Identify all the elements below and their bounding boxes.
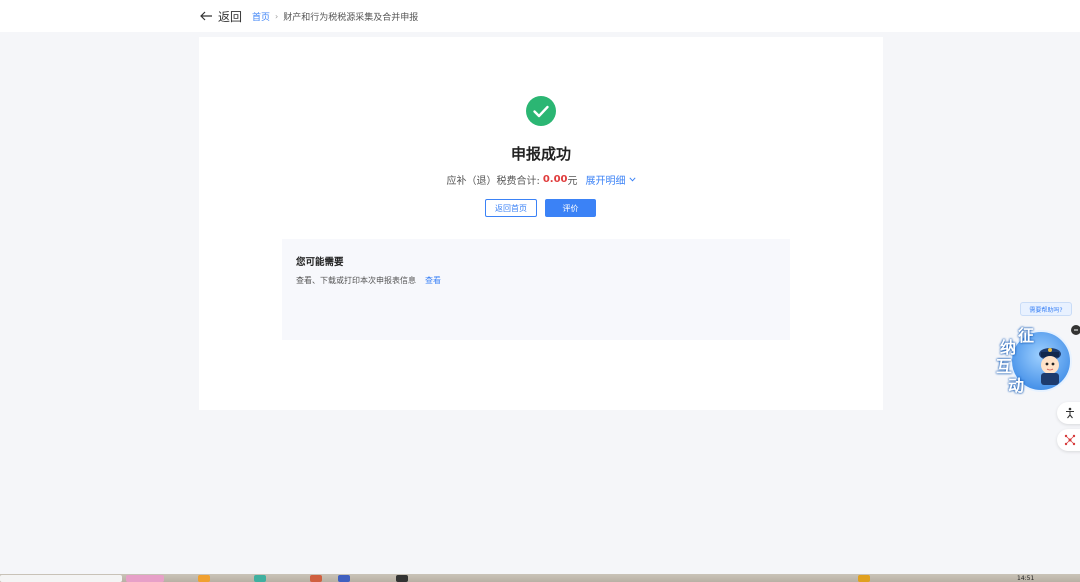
taskbar-app-icon[interactable] (198, 575, 210, 582)
taskbar-app-icon[interactable] (858, 575, 870, 582)
amount-summary: 应补（退）税费合计: 0.00 元 展开明细 (199, 172, 883, 187)
chevron-down-icon (628, 177, 636, 182)
taskbar-app-icon[interactable] (126, 575, 164, 582)
suggestion-title: 您可能需要 (296, 257, 344, 268)
view-report-link[interactable]: 查看 (425, 275, 441, 286)
arrow-left-icon (200, 11, 212, 21)
taskbar-app-icon[interactable] (396, 575, 408, 582)
amount-label: 应补（退）税费合计: (446, 176, 540, 187)
expand-details-label: 展开明细 (585, 176, 626, 187)
back-label: 返回 (218, 9, 243, 24)
accessibility-tool-button[interactable] (1057, 402, 1080, 424)
suggestion-text: 查看、下载或打印本次申报表信息 (296, 276, 416, 285)
taskbar-app-icon[interactable] (254, 575, 266, 582)
amount-unit: 元 (567, 176, 578, 187)
rate-button[interactable]: 评价 (545, 199, 596, 217)
help-bubble[interactable]: 需要帮助吗? (1020, 302, 1072, 316)
taskbar-app-icon[interactable] (310, 575, 322, 582)
check-circle-icon (526, 96, 556, 126)
close-assistant-button[interactable] (1071, 325, 1080, 335)
breadcrumb-separator: › (275, 12, 279, 21)
assistant-char-4: 动 (1008, 376, 1025, 395)
back-button[interactable]: 返回 (200, 7, 242, 25)
network-tool-button[interactable] (1057, 429, 1080, 451)
assistant-widget[interactable]: 征 纳 互 动 (996, 322, 1074, 395)
suggestion-panel: 您可能需要 查看、下载或打印本次申报表信息 查看 (282, 239, 790, 340)
accessibility-icon (1066, 407, 1074, 419)
minus-icon (1074, 329, 1078, 331)
taskbar-clock: 14:51 (1017, 575, 1035, 582)
breadcrumb: 首页 › 财产和行为税税源采集及合并申报 (252, 10, 418, 23)
taskbar-app-icon[interactable] (338, 575, 350, 582)
taskbar-search-box[interactable] (0, 575, 122, 582)
result-card: 申报成功 应补（退）税费合计: 0.00 元 展开明细 返回首页 评价 您可能需… (199, 37, 883, 410)
amount-value: 0.00 (542, 174, 568, 185)
os-taskbar (0, 574, 1080, 582)
page-title: 申报成功 (510, 145, 571, 163)
breadcrumb-home[interactable]: 首页 (252, 10, 270, 23)
suggestion-item: 查看、下载或打印本次申报表信息 查看 (296, 275, 441, 286)
network-icon (1064, 434, 1076, 446)
top-bar: 返回 首页 › 财产和行为税税源采集及合并申报 (0, 0, 1080, 32)
assistant-char-1: 征 (1018, 326, 1035, 345)
breadcrumb-current: 财产和行为税税源采集及合并申报 (283, 13, 419, 23)
expand-details-link[interactable]: 展开明细 (586, 172, 636, 187)
return-home-button[interactable]: 返回首页 (485, 199, 537, 217)
